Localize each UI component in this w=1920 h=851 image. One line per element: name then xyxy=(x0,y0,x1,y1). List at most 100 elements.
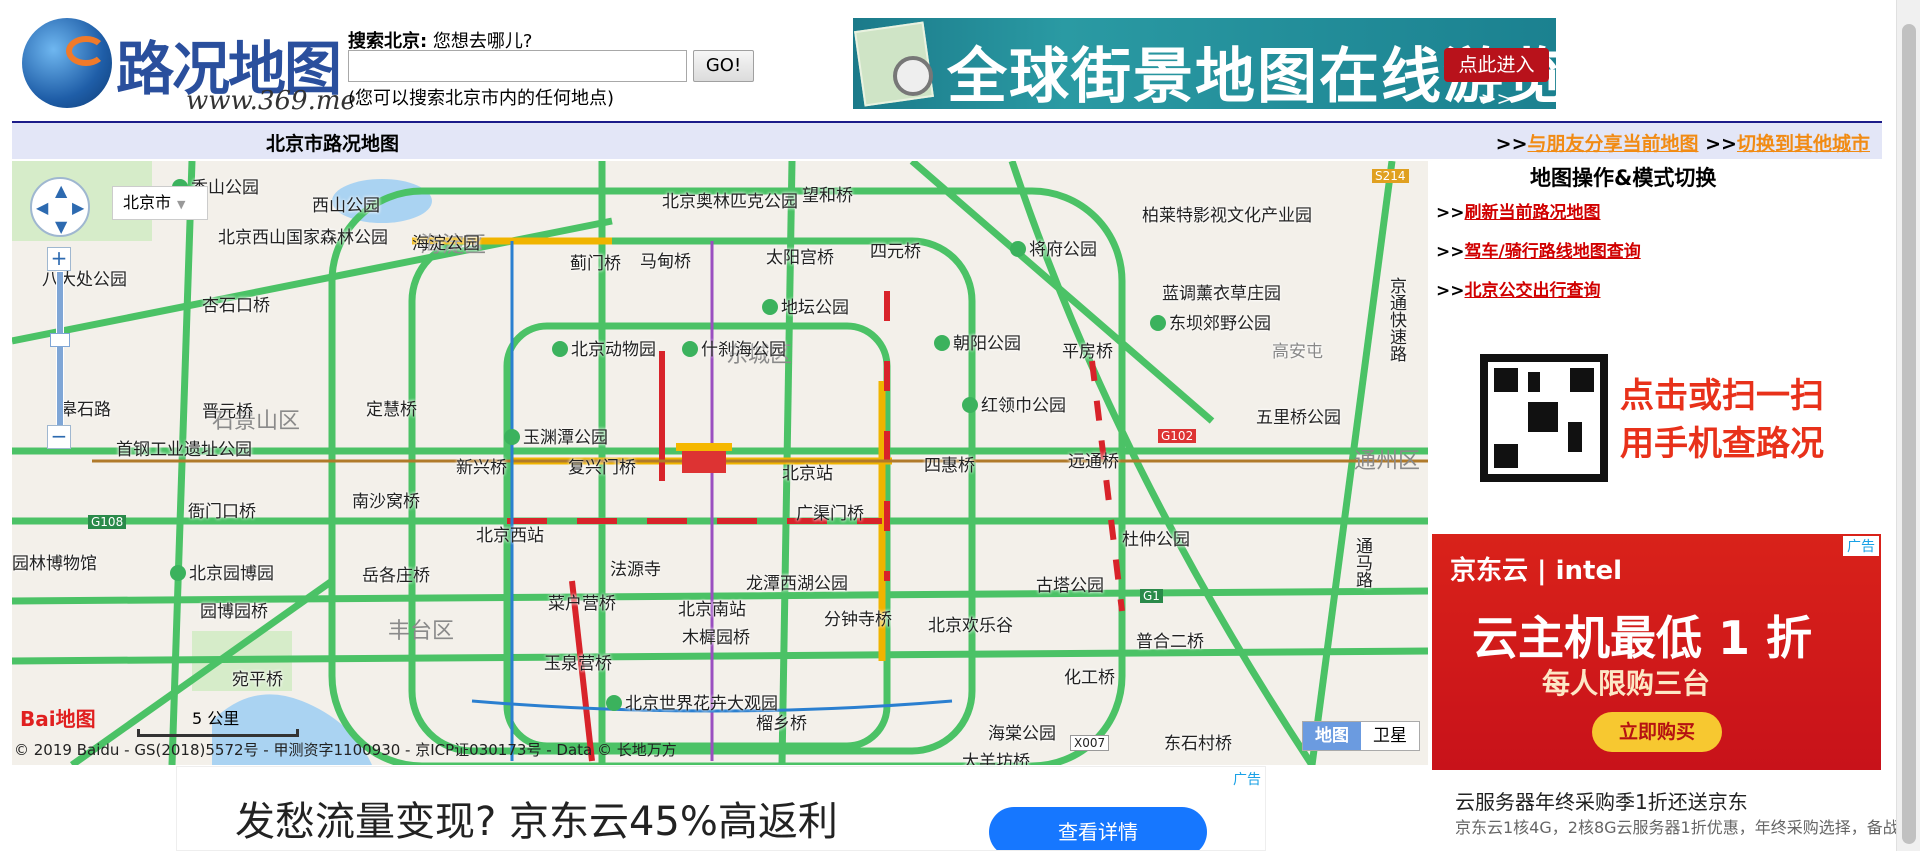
map-label: 杜仲公园 xyxy=(1122,530,1190,550)
map-label: 东坝郊野公园 xyxy=(1150,309,1271,334)
sidebar-item-refresh[interactable]: >>刷新当前路况地图 xyxy=(1436,198,1601,223)
map-label: 柏莱特影视文化产业园 xyxy=(1142,206,1312,226)
street-view-banner[interactable]: 全球街景地图在线游览 点此进入>> xyxy=(853,18,1556,109)
ad-tag[interactable]: 广告 xyxy=(1843,536,1879,556)
switch-city-link[interactable]: 切换到其他城市 xyxy=(1737,133,1870,155)
title-bar: 北京市路况地图 >>与朋友分享当前地图 >>切换到其他城市 xyxy=(12,121,1882,159)
zoom-in-button[interactable]: + xyxy=(47,247,71,271)
map-label: 木樨园桥 xyxy=(682,628,750,648)
map-label: 什刹海公园 xyxy=(682,335,786,360)
ad-subline: 每人限购三台 xyxy=(1542,667,1711,700)
map-label: 衙门口桥 xyxy=(188,502,256,522)
map-label: 地坛公园 xyxy=(762,293,849,318)
map-label: 古塔公园 xyxy=(1036,576,1104,596)
map-label: 西山公园 xyxy=(312,196,380,216)
jdcloud-ad[interactable]: 广告 京东云 | intel 云主机最低 1 折 每人限购三台 立即购买 xyxy=(1432,534,1881,770)
map-label: 朝阳公园 xyxy=(934,329,1021,354)
map-label: 蓝调薰衣草庄园 xyxy=(1162,284,1281,304)
pan-control[interactable]: ▲ ▼ ◀ ▶ xyxy=(30,177,90,237)
pan-up-icon[interactable]: ▲ xyxy=(55,181,67,200)
ad-buy-button[interactable]: 立即购买 xyxy=(1592,712,1722,752)
map-label: 北京西山国家森林公园 xyxy=(218,228,388,248)
map-label: 北京西站 xyxy=(476,526,544,546)
ad-headline: 云主机最低 1 折 xyxy=(1472,611,1813,665)
pan-right-icon[interactable]: ▶ xyxy=(72,198,84,217)
map-copyright: © 2019 Baidu - GS(2018)5572号 - 甲测资字11009… xyxy=(14,741,677,759)
ad-title[interactable]: 云服务器年终采购季1折还送京东 xyxy=(1455,786,1748,815)
map-label: 望和桥 xyxy=(802,186,853,206)
map-label: 晋元桥 xyxy=(202,402,253,422)
map-label: 海棠公园 xyxy=(988,724,1056,744)
map-label: 玉泉营桥 xyxy=(544,654,612,674)
route-query-link[interactable]: 驾车/骑行路线地图查询 xyxy=(1465,242,1641,262)
map-label: 分钟寺桥 xyxy=(824,610,892,630)
search-input[interactable] xyxy=(348,50,687,82)
map-label: 普合二桥 xyxy=(1136,632,1204,652)
map-label: 新兴桥 xyxy=(456,458,507,478)
map-label: 大羊坊桥 xyxy=(962,752,1030,765)
scale-label: 5 公里 xyxy=(192,709,240,728)
map-label: 菜户营桥 xyxy=(548,594,616,614)
map-type-satellite-button[interactable]: 卫星 xyxy=(1361,722,1419,750)
zoom-slider-thumb[interactable] xyxy=(50,333,70,347)
map-label: 四惠桥 xyxy=(924,456,975,476)
district-label: 通州区 xyxy=(1354,449,1421,474)
map-label: 红领巾公园 xyxy=(962,391,1066,416)
map-label: 园林博物馆 xyxy=(12,554,97,574)
map-label: 海淀公园 xyxy=(412,234,480,254)
compass-icon xyxy=(893,56,933,96)
map-label: 高安屯 xyxy=(1272,342,1323,362)
globe-icon xyxy=(22,18,112,108)
bottom-ad[interactable]: 广告 发愁流量变现? 京东云45%高返利 查看详情 xyxy=(176,766,1266,851)
ad-headline: 发愁流量变现? 京东云45%高返利 xyxy=(235,799,838,845)
ad-details-button[interactable]: 查看详情 xyxy=(989,807,1207,850)
scale-bar xyxy=(137,729,299,737)
map-label: 将府公园 xyxy=(1010,235,1097,260)
map-label: 北京世界花卉大观园 xyxy=(606,689,778,714)
district-label: 丰台区 xyxy=(388,619,455,644)
bus-query-link[interactable]: 北京公交出行查询 xyxy=(1465,281,1601,301)
map-label: 南沙窝桥 xyxy=(352,492,420,512)
map-label: 北京奥林匹克公园 xyxy=(662,192,798,212)
pan-left-icon[interactable]: ◀ xyxy=(36,198,48,217)
map-label: 马甸桥 xyxy=(640,252,691,272)
page-title: 北京市路况地图 xyxy=(266,133,400,155)
sidebar-item-route[interactable]: >>驾车/骑行路线地图查询 xyxy=(1436,237,1641,262)
ad-description: 京东云1核4G，2核8G云服务器1折优惠，年终采购选择，备战11.11 xyxy=(1455,818,1920,837)
sidebar-item-bus[interactable]: >>北京公交出行查询 xyxy=(1436,276,1601,301)
map-label: 北京动物园 xyxy=(552,335,656,360)
zoom-slider-track[interactable] xyxy=(56,271,64,449)
go-button[interactable]: GO! xyxy=(693,50,754,82)
qr-code-icon[interactable] xyxy=(1480,354,1608,482)
map-label: 榴乡桥 xyxy=(756,714,807,734)
sidebar-title: 地图操作&模式切换 xyxy=(1530,166,1717,190)
map-label: 玉渊潭公园 xyxy=(504,423,608,448)
scrollbar-thumb[interactable] xyxy=(1902,24,1916,844)
page-scrollbar[interactable] xyxy=(1896,0,1920,851)
map-label: 通马路 xyxy=(1352,537,1372,588)
ad-brand: 京东云 | intel xyxy=(1450,556,1622,586)
zoom-out-button[interactable]: − xyxy=(47,425,71,449)
qr-caption[interactable]: 点击或扫一扫 用手机查路况 xyxy=(1620,372,1824,468)
city-selector[interactable]: 北京市 ▼ xyxy=(112,186,208,220)
map-label: 广渠门桥 xyxy=(796,504,864,524)
logo-url: www.369.me xyxy=(186,86,356,116)
site-logo[interactable]: 路况地图 www.369.me xyxy=(18,16,356,116)
map-label: 东石村桥 xyxy=(1164,734,1232,754)
refresh-map-link[interactable]: 刷新当前路况地图 xyxy=(1465,203,1601,223)
banner-enter-button[interactable]: 点此进入>> xyxy=(1444,48,1549,109)
map-label: 化工桥 xyxy=(1064,668,1115,688)
map-type-map-button[interactable]: 地图 xyxy=(1303,722,1361,750)
share-map-link[interactable]: 与朋友分享当前地图 xyxy=(1528,133,1699,155)
map-label: 复兴门桥 xyxy=(568,458,636,478)
map-type-switch[interactable]: 地图 卫星 xyxy=(1302,721,1420,751)
map-label: 龙潭西湖公园 xyxy=(746,574,848,594)
map-label: 法源寺 xyxy=(610,560,661,580)
ad-tag[interactable]: 广告 xyxy=(1233,769,1261,789)
map-label: 皋石路 xyxy=(60,400,111,420)
road-shield: G1 xyxy=(1140,589,1163,603)
traffic-map[interactable]: 海淀区 东城区 石景山区 丰台区 通州区 香山公园 西山公园 北京奥林匹克公园 … xyxy=(12,161,1428,765)
baidu-logo[interactable]: Bai地图 xyxy=(20,703,96,732)
road-shield: G108 xyxy=(88,515,127,529)
pan-down-icon[interactable]: ▼ xyxy=(55,217,67,236)
